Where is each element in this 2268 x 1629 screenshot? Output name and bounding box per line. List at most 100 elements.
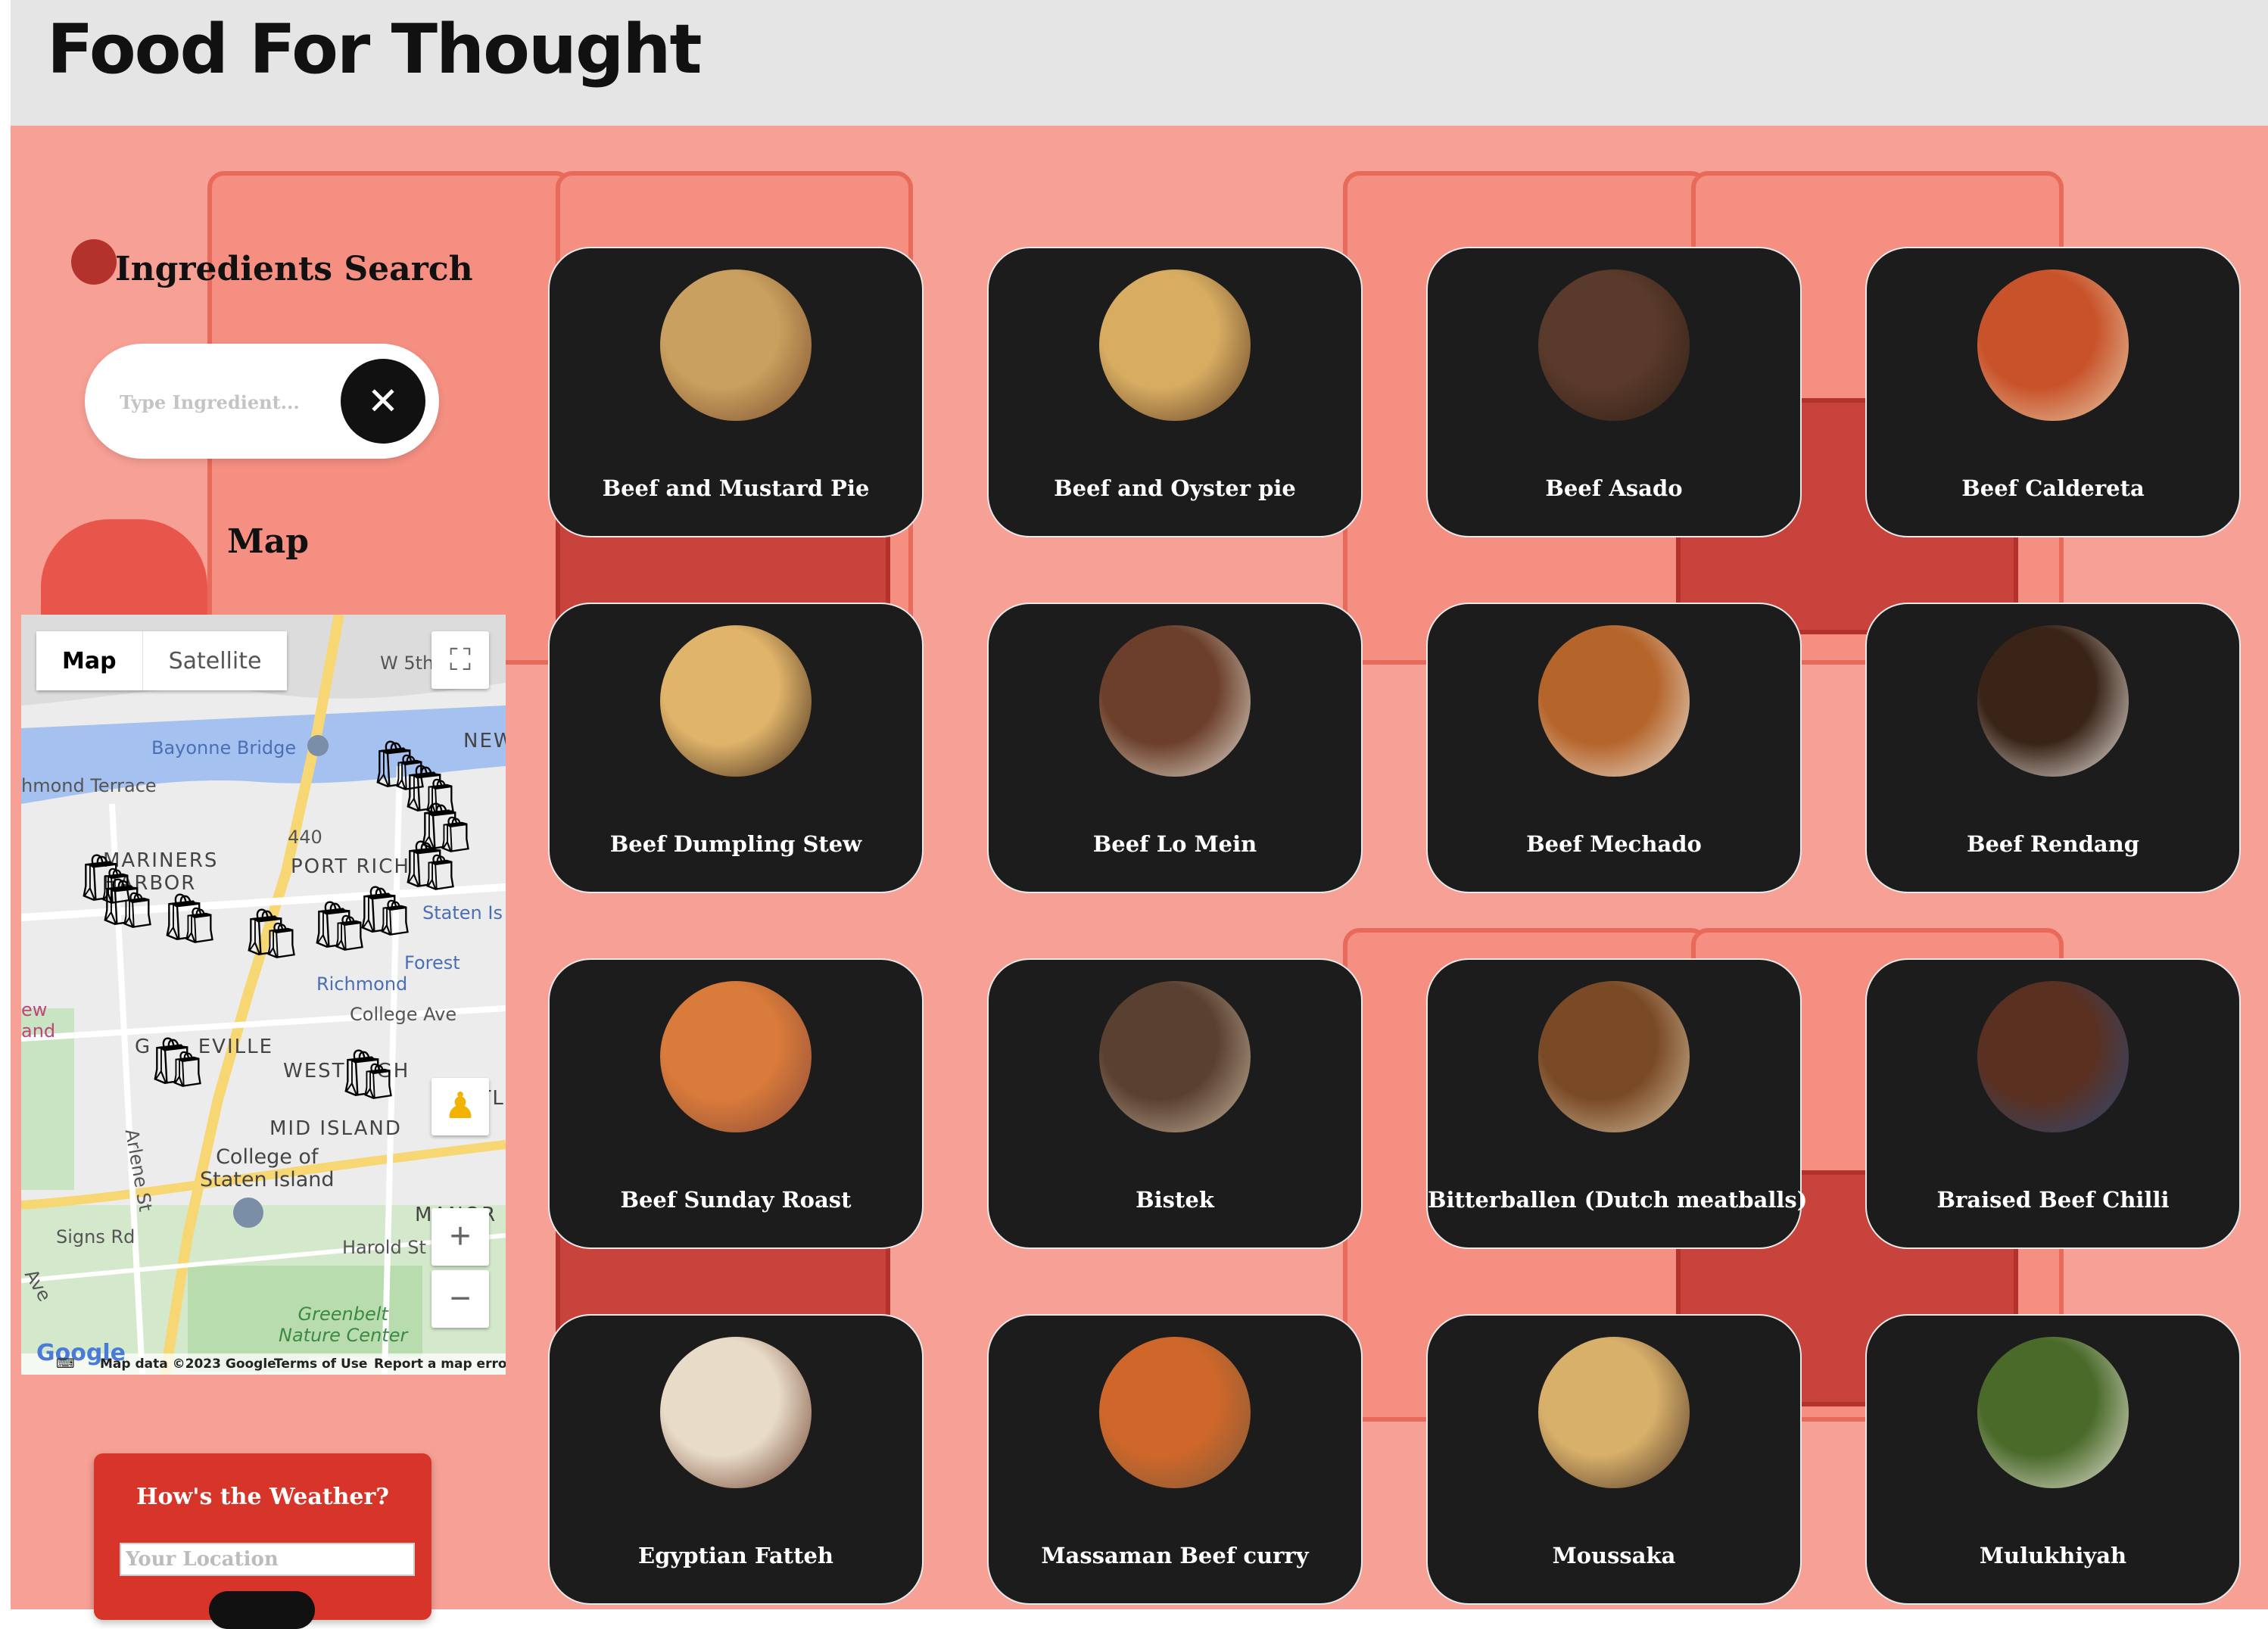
- weather-widget: How's the Weather?: [94, 1453, 431, 1629]
- recipe-card[interactable]: Beef Caldereta: [1865, 247, 2241, 537]
- recipe-card[interactable]: Beef Asado: [1426, 247, 1802, 537]
- recipe-card[interactable]: Bistek: [987, 958, 1363, 1249]
- zoom-out-button[interactable]: −: [431, 1270, 489, 1328]
- recipe-name: Beef Sunday Roast: [620, 1187, 852, 1213]
- grocery-store-marker[interactable]: 🛍: [97, 880, 158, 928]
- recipe-name: Beef and Oyster pie: [1054, 475, 1296, 501]
- map-label: Staten Is: [422, 902, 503, 924]
- recipe-card[interactable]: Beef and Mustard Pie: [548, 247, 924, 537]
- recipe-name: Beef Dumpling Stew: [609, 831, 862, 857]
- map-label: Bayonne Bridge: [151, 737, 297, 758]
- fullscreen-icon: ⛶: [450, 643, 471, 677]
- recipe-image: [1538, 625, 1690, 777]
- recipe-card[interactable]: Egyptian Fatteh: [548, 1314, 924, 1605]
- map-label: Greenbelt Nature Center: [279, 1304, 408, 1346]
- weather-location-input[interactable]: [120, 1543, 415, 1576]
- grocery-store-marker[interactable]: 🛍: [354, 887, 416, 936]
- map-data-attribution: Map data ©2023 Google: [100, 1356, 276, 1372]
- recipe-card[interactable]: Braised Beef Chilli: [1865, 958, 2241, 1249]
- grocery-store-marker[interactable]: 🛍: [241, 910, 302, 958]
- left-edge: [0, 0, 11, 1609]
- recipe-card[interactable]: Beef and Oyster pie: [987, 247, 1363, 537]
- map-label: PORT RICH: [291, 855, 410, 878]
- recipe-card[interactable]: Beef Rendang: [1865, 603, 2241, 893]
- recipe-card[interactable]: Beef Lo Mein: [987, 603, 1363, 893]
- ingredients-search-title: Ingredients Search: [115, 250, 473, 288]
- recipe-name: Massaman Beef curry: [1041, 1543, 1309, 1568]
- app-header: Food For Thought: [11, 0, 2268, 126]
- keyboard-shortcuts-icon[interactable]: ⌨: [56, 1356, 75, 1372]
- app-title: Food For Thought: [47, 10, 703, 89]
- recipe-image: [1977, 1337, 2129, 1488]
- recipe-name: Braised Beef Chilli: [1936, 1187, 2170, 1213]
- map-title: Map: [227, 522, 309, 561]
- recipe-name: Beef Mechado: [1526, 831, 1702, 857]
- recipe-name: Beef and Mustard Pie: [602, 475, 870, 501]
- recipe-image: [1099, 269, 1251, 421]
- recipe-image: [1538, 269, 1690, 421]
- recipe-image: [1538, 981, 1690, 1132]
- recipe-card[interactable]: Beef Mechado: [1426, 603, 1802, 893]
- zoom-in-icon: +: [449, 1216, 472, 1257]
- weather-title: How's the Weather?: [136, 1484, 389, 1510]
- fullscreen-button[interactable]: ⛶: [431, 631, 489, 689]
- recipe-name: Mulukhiyah: [1979, 1543, 2127, 1568]
- zoom-out-icon: −: [449, 1279, 472, 1319]
- map-label: hmond Terrace: [21, 775, 157, 796]
- recipe-name: Bitterballen (Dutch meatballs): [1428, 1187, 1808, 1213]
- recipe-image: [660, 981, 812, 1132]
- pegman-icon: ♟: [444, 1086, 477, 1126]
- recipe-name: Egyptian Fatteh: [637, 1543, 833, 1568]
- recipe-name: Beef Asado: [1545, 475, 1683, 501]
- recipe-card[interactable]: Moussaka: [1426, 1314, 1802, 1605]
- ingredient-search-box: ✕: [85, 344, 439, 459]
- map-label: 440: [288, 827, 322, 848]
- map-label: Signs Rd: [56, 1226, 136, 1247]
- map-label: Richmond: [316, 973, 408, 995]
- map-label: Harold St: [342, 1237, 426, 1258]
- ingredient-search-input[interactable]: [118, 378, 326, 425]
- map-type-satellite-button[interactable]: Satellite: [142, 631, 288, 690]
- map-footer: Google ⌨ Map data ©2023 Google Terms of …: [21, 1340, 506, 1375]
- recipe-card[interactable]: Beef Sunday Roast: [548, 958, 924, 1249]
- recipe-image: [1977, 269, 2129, 421]
- grocery-store-marker[interactable]: 🛍: [338, 1051, 399, 1099]
- recipe-name: Beef Rendang: [1966, 831, 2140, 857]
- recipe-card[interactable]: Mulukhiyah: [1865, 1314, 2241, 1605]
- close-icon: ✕: [367, 380, 399, 422]
- map-label: Forest: [404, 952, 460, 973]
- map-type-control: Map Satellite: [36, 631, 288, 690]
- recipe-image: [1099, 1337, 1251, 1488]
- recipe-name: Bistek: [1136, 1187, 1214, 1213]
- map-label: MID ISLAND: [269, 1117, 402, 1140]
- recipe-card[interactable]: Massaman Beef curry: [987, 1314, 1363, 1605]
- recipe-name: Beef Caldereta: [1961, 475, 2145, 501]
- grocery-store-marker[interactable]: 🛍: [147, 1039, 208, 1087]
- recipe-image: [1099, 981, 1251, 1132]
- clear-search-button[interactable]: ✕: [341, 359, 425, 444]
- recipe-image: [1977, 981, 2129, 1132]
- map-label: College of Staten Island: [200, 1145, 335, 1191]
- recipe-image: [660, 269, 812, 421]
- recipe-card[interactable]: Beef Dumpling Stew: [548, 603, 924, 893]
- recipe-name: Moussaka: [1552, 1543, 1676, 1568]
- recipe-image: [1099, 625, 1251, 777]
- map-label: NEW: [463, 730, 506, 752]
- map-label: College Ave: [350, 1004, 457, 1025]
- background-circle-illustration: [71, 239, 117, 285]
- map-type-map-button[interactable]: Map: [36, 631, 143, 690]
- terms-of-use-link[interactable]: Terms of Use: [274, 1356, 367, 1372]
- recipe-image: [660, 625, 812, 777]
- recipe-image: [1977, 625, 2129, 777]
- recipe-image: [1538, 1337, 1690, 1488]
- map-widget[interactable]: Bayonne Bridge hmond Terrace W 5th S NEW…: [21, 615, 506, 1375]
- recipe-image: [660, 1337, 812, 1488]
- recipe-name: Beef Lo Mein: [1092, 831, 1257, 857]
- weather-submit-button[interactable]: [209, 1591, 315, 1629]
- grocery-store-marker[interactable]: 🛍: [159, 895, 220, 943]
- report-map-error-link[interactable]: Report a map error: [374, 1356, 506, 1372]
- zoom-in-button[interactable]: +: [431, 1208, 489, 1266]
- street-view-button[interactable]: ♟: [431, 1078, 489, 1135]
- recipe-card[interactable]: Bitterballen (Dutch meatballs): [1426, 958, 1808, 1249]
- map-label: ew and: [21, 999, 56, 1042]
